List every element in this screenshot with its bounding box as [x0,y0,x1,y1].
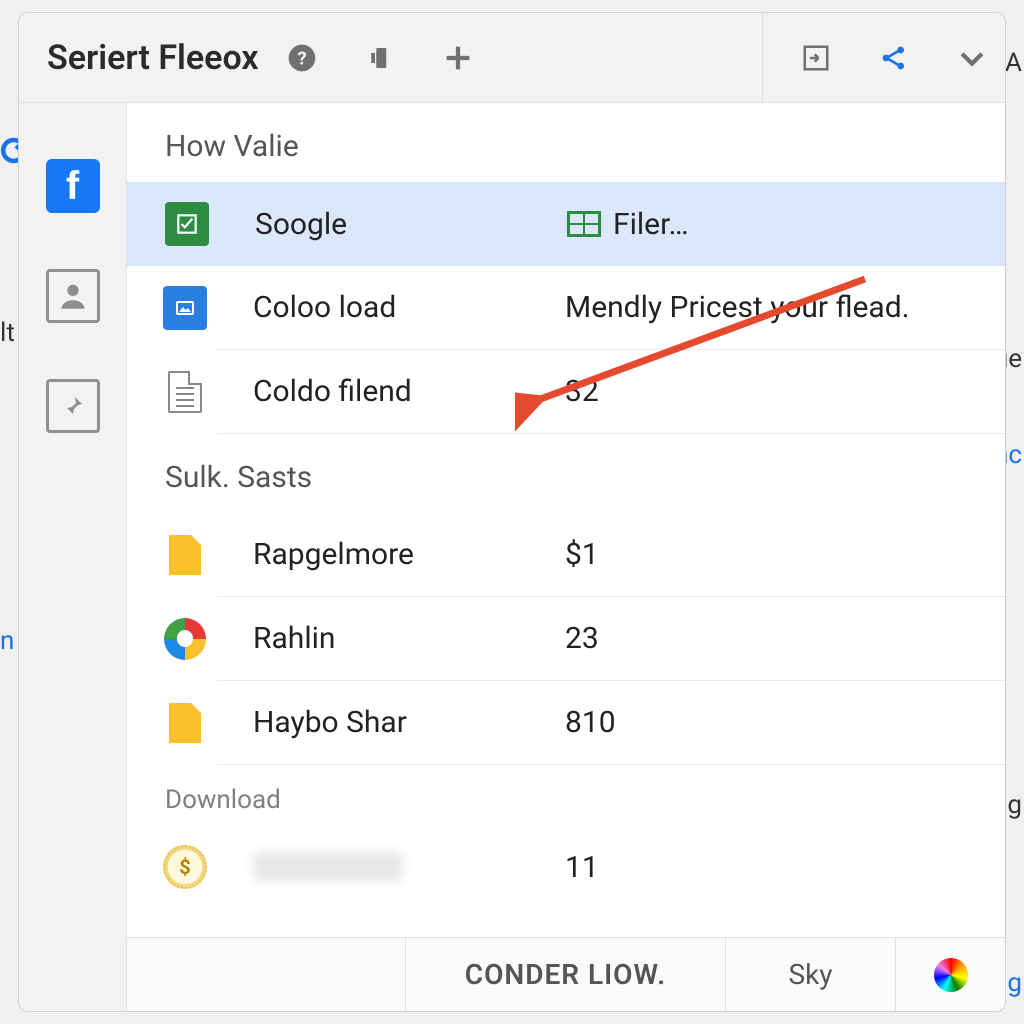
bg-text: A [1005,48,1022,78]
pin-icon[interactable] [46,379,100,433]
color-wheel-icon [934,958,968,992]
document-icon [163,370,207,414]
blue-photo-icon [163,286,207,330]
sidebar: f [19,103,127,1011]
list-item-coloo[interactable]: Coloo load Mendly Pricest your flead. [217,266,1005,350]
item-label: Coldo filend [253,374,565,409]
item-label: Rahlin [253,621,565,656]
svg-text:?: ? [297,47,306,69]
share-icon[interactable] [877,41,911,75]
item-value: Mendly Pricest your flead. [565,290,910,325]
item-value: $1 [565,537,599,572]
color-wheel-button[interactable] [895,938,1005,1011]
section-header: How Valie [127,103,1005,182]
file-icon [163,701,207,745]
facebook-icon[interactable]: f [46,159,100,213]
green-check-icon [165,202,209,246]
section-header: Download [127,765,1005,825]
bg-text: n [0,626,14,656]
item-label: Soogle [255,207,567,242]
list-item-coldo[interactable]: Coldo filend 32 [217,350,1005,434]
panel-window: Seriert Fleeox ? [18,12,1006,1012]
app-title: Seriert Fleeox [47,38,259,78]
list-item-rapgelmore[interactable]: Rapgelmore $1 [217,513,1005,597]
chevron-down-icon[interactable] [955,41,989,75]
header-icon-group-left: ? [285,41,475,75]
list-item-haybo[interactable]: Haybo Shar 810 [217,681,1005,765]
section-header: Sulk. Sasts [127,434,1005,513]
header-bar: Seriert Fleeox ? [19,13,1005,103]
item-value: 23 [565,621,599,656]
file-icon [163,533,207,577]
color-circle-icon [163,617,207,661]
add-icon[interactable] [441,41,475,75]
main-content: How Valie Soogle Filer… Coloo load Mendl… [127,103,1005,1011]
list-item-rahlin[interactable]: Rahlin 23 [217,597,1005,681]
footer-bar: CONDER LIOW. Sky [127,937,1005,1011]
list-item-soogle[interactable]: Soogle Filer… [127,182,1005,266]
secondary-action-button[interactable]: Sky [725,938,895,1011]
item-value: 32 [565,374,599,409]
table-icon [567,211,601,237]
profile-icon[interactable] [46,269,100,323]
item-label: Haybo Shar [253,705,565,740]
header-icon-group-right [762,13,989,102]
primary-action-button[interactable]: CONDER LIOW. [405,938,725,1011]
item-value: 810 [565,705,616,740]
help-icon[interactable]: ? [285,41,319,75]
item-value: Filer… [567,207,689,242]
footer-spacer [127,938,405,1011]
list-item-download[interactable]: $ 11 [217,825,1005,909]
coin-icon: $ [163,845,207,889]
device-icon[interactable] [363,41,397,75]
bg-text: lt [0,318,15,348]
collapse-icon[interactable] [799,41,833,75]
item-label: Coloo load [253,290,565,325]
item-label: Rapgelmore [253,537,565,572]
item-label [253,852,565,882]
item-value: 11 [565,850,599,885]
